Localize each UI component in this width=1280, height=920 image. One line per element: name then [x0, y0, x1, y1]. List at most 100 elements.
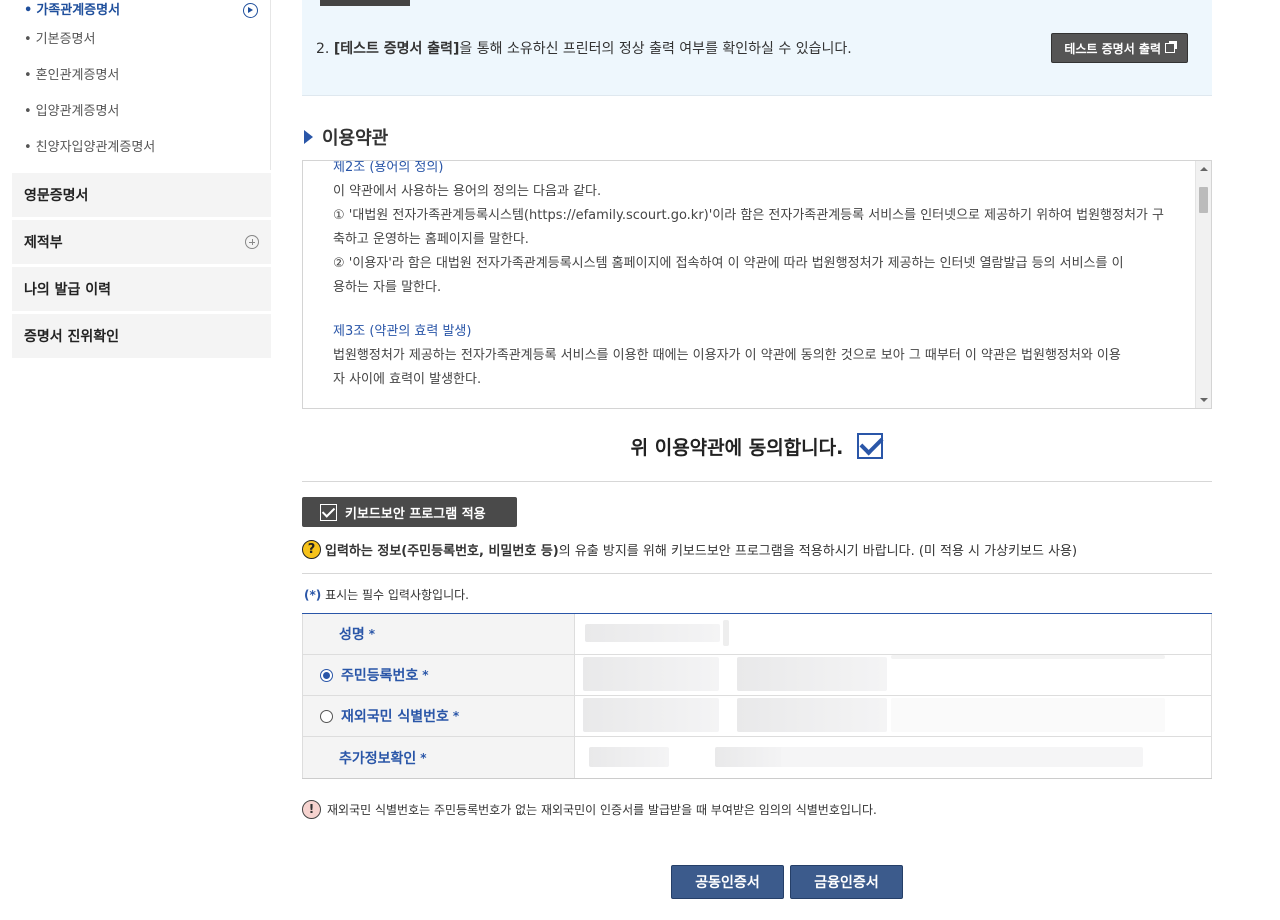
article-3-title: 제3조 (약관의 효력 발생) — [333, 324, 472, 339]
terms-scrollbar[interactable] — [1195, 161, 1211, 408]
required-star-mark: (*) — [304, 588, 322, 602]
sidebar-item-label: 가족관계증명서 — [36, 3, 121, 18]
name-label-text: 성명 — [339, 627, 365, 643]
additional-info-input-1[interactable] — [589, 747, 669, 767]
sidebar-item-family-relation[interactable]: • 가족관계증명서 — [12, 0, 270, 22]
additional-info-input-3[interactable] — [781, 747, 1143, 767]
main-content: 2. [테스트 증명서 출력]을 통해 소유하신 프린터의 정상 출력 여부를 … — [302, 0, 1212, 899]
divider — [302, 481, 1212, 482]
additional-info-input-2[interactable] — [715, 747, 785, 767]
sidebar-item-basic-cert[interactable]: • 기본증명서 — [12, 22, 270, 58]
overseas-id-back-input[interactable] — [737, 698, 887, 732]
menu-label: 나의 발급 이력 — [24, 282, 112, 298]
bullet: • — [24, 32, 32, 47]
checkbox-checked-icon — [320, 503, 337, 521]
resident-number-front-input[interactable] — [583, 657, 719, 691]
notice-line-2-rest: 을 통해 소유하신 프린터의 정상 출력 여부를 확인하실 수 있습니다. — [459, 41, 852, 57]
keyboard-note-text: 입력하는 정보(주민등록번호, 비밀번호 등)의 유출 방지를 위해 키보드보안… — [325, 540, 1077, 559]
overseas-id-warning: ! 재외국민 식별번호는 주민등록번호가 없는 재외국민이 인증서를 발급받을 … — [302, 799, 1212, 819]
notice-line-2-prefix: 2. — [316, 41, 334, 57]
required-star: * — [420, 750, 427, 765]
blurred-input-edge — [723, 620, 729, 646]
circle-arrow-icon[interactable] — [243, 3, 258, 18]
terms-section-title: 이용약관 — [302, 124, 1212, 150]
warning-text: 재외국민 식별번호는 주민등록번호가 없는 재외국민이 인증서를 발급받을 때 … — [327, 802, 877, 817]
article-2-intro: 이 약관에서 사용하는 용어의 정의는 다음과 같다. — [333, 184, 602, 199]
sidebar-menu-verify-cert[interactable]: 증명서 진위확인 — [12, 314, 271, 358]
test-cert-print-label: 테스트 증명서 출력 — [1064, 41, 1161, 56]
bullet: • — [24, 104, 32, 119]
sidebar-item-label: 혼인관계증명서 — [35, 68, 120, 83]
form-row-additional-info: 추가정보확인 * — [302, 737, 1212, 778]
terms-content: 제2조 (용어의 정의) 이 약관에서 사용하는 용어의 정의는 다음과 같다.… — [333, 160, 1183, 392]
resident-number-label[interactable]: 주민등록번호 * — [302, 655, 575, 695]
sidebar-item-adoption-cert[interactable]: • 입양관계증명서 — [12, 94, 270, 130]
test-cert-print-button[interactable]: 테스트 증명서 출력 — [1051, 33, 1188, 63]
sidebar-item-label: 입양관계증명서 — [35, 104, 120, 119]
sidebar-sub-list: • 가족관계증명서 • 기본증명서 • 혼인관계증명서 • 입양관계증명서 • … — [12, 0, 271, 170]
sidebar-item-marriage-cert[interactable]: • 혼인관계증명서 — [12, 58, 270, 94]
resident-number-label-text: 주민등록번호 — [341, 668, 419, 684]
bullet: • — [24, 3, 33, 18]
divider — [302, 573, 1212, 574]
terms-title: 이용약관 — [322, 128, 389, 149]
sidebar-menu-english-cert[interactable]: 영문증명서 — [12, 173, 271, 217]
joint-cert-button[interactable]: 공동인증서 — [671, 865, 784, 899]
external-link-icon — [1165, 41, 1177, 53]
scroll-up-icon[interactable] — [1200, 167, 1208, 171]
additional-info-label: 추가정보확인 * — [302, 737, 575, 778]
article-2-para-1-cont: 축하고 운영하는 홈페이지를 말한다. — [333, 232, 529, 247]
notice-line-2: 2. [테스트 증명서 출력]을 통해 소유하신 프린터의 정상 출력 여부를 … — [316, 38, 852, 58]
menu-label: 제적부 — [24, 235, 63, 251]
terms-agree-label: 위 이용약관에 동의합니다. — [630, 436, 844, 459]
terms-box[interactable]: 제2조 (용어의 정의) 이 약관에서 사용하는 용어의 정의는 다음과 같다.… — [302, 160, 1212, 409]
bullet: • — [24, 140, 32, 155]
menu-label: 증명서 진위확인 — [24, 329, 120, 345]
article-2-para-2: ② '이용자'라 함은 대법원 전자가족관계등록시스템 홈페이지에 접속하여 이… — [333, 256, 1124, 271]
exclamation-icon: ! — [302, 799, 321, 819]
resident-number-field — [575, 655, 1212, 695]
notice-line-1-cropped — [316, 0, 410, 6]
resident-number-back-input[interactable] — [737, 657, 887, 691]
plus-circle-icon[interactable] — [245, 235, 259, 249]
name-field[interactable] — [575, 614, 1212, 654]
name-label: 성명 * — [302, 614, 575, 654]
article-3-para-1: 법원행정처가 제공하는 전자가족관계등록 서비스를 이용한 때에는 이용자가 이… — [333, 348, 1121, 363]
blurred-input[interactable] — [585, 624, 720, 642]
scroll-down-icon[interactable] — [1200, 398, 1208, 402]
article-2-para-2-cont: 용하는 자를 말한다. — [333, 280, 442, 295]
form-row-overseas-id: 재외국민 식별번호 * — [302, 696, 1212, 737]
scroll-thumb[interactable] — [1199, 187, 1208, 213]
resident-number-radio[interactable] — [320, 668, 333, 682]
required-star: * — [368, 627, 376, 641]
additional-info-field — [575, 737, 1212, 778]
overseas-id-label-text: 재외국민 식별번호 — [341, 709, 449, 725]
terms-agree-row: 위 이용약관에 동의합니다. — [302, 431, 1212, 461]
additional-info-label-text: 추가정보확인 — [339, 750, 417, 767]
triangle-right-icon — [304, 130, 313, 144]
overseas-id-radio[interactable] — [320, 709, 333, 723]
keyboard-security-label: 키보드보안 프로그램 적용 — [345, 506, 486, 522]
overseas-id-label[interactable]: 재외국민 식별번호 * — [302, 696, 575, 736]
article-2-title: 제2조 (용어의 정의) — [333, 160, 444, 175]
article-2-para-1: ① '대법원 전자가족관계등록시스템(https://efamily.scour… — [333, 208, 1164, 223]
sidebar: • 가족관계증명서 • 기본증명서 • 혼인관계증명서 • 입양관계증명서 • … — [12, 0, 271, 358]
required-star: * — [422, 668, 429, 682]
terms-agree-checkbox[interactable] — [857, 433, 884, 459]
financial-cert-button[interactable]: 금융인증서 — [790, 865, 903, 899]
form-row-name: 성명 * — [302, 614, 1212, 655]
required-note-text: 표시는 필수 입력사항입니다. — [321, 588, 469, 602]
overseas-id-field — [575, 696, 1212, 736]
sidebar-item-full-adoption-cert[interactable]: • 친양자입양관계증명서 — [12, 130, 270, 166]
notice-guide-button-cropped[interactable] — [320, 0, 410, 6]
sidebar-menu-issue-history[interactable]: 나의 발급 이력 — [12, 267, 271, 311]
identity-form: 성명 * 주민등록번호 * 재외국민 식별번호 * 추가정보확인 * — [302, 613, 1212, 779]
sidebar-menu-removed-register[interactable]: 제적부 — [12, 220, 271, 264]
keyboard-note-bold: 입력하는 정보(주민등록번호, 비밀번호 등) — [325, 543, 559, 559]
overseas-id-front-input[interactable] — [583, 698, 719, 732]
blurred-strip — [891, 655, 1165, 659]
keyboard-security-button[interactable]: 키보드보안 프로그램 적용 — [302, 497, 517, 527]
form-row-resident-number: 주민등록번호 * — [302, 655, 1212, 696]
notice-line-2-bold: [테스트 증명서 출력] — [333, 41, 460, 57]
